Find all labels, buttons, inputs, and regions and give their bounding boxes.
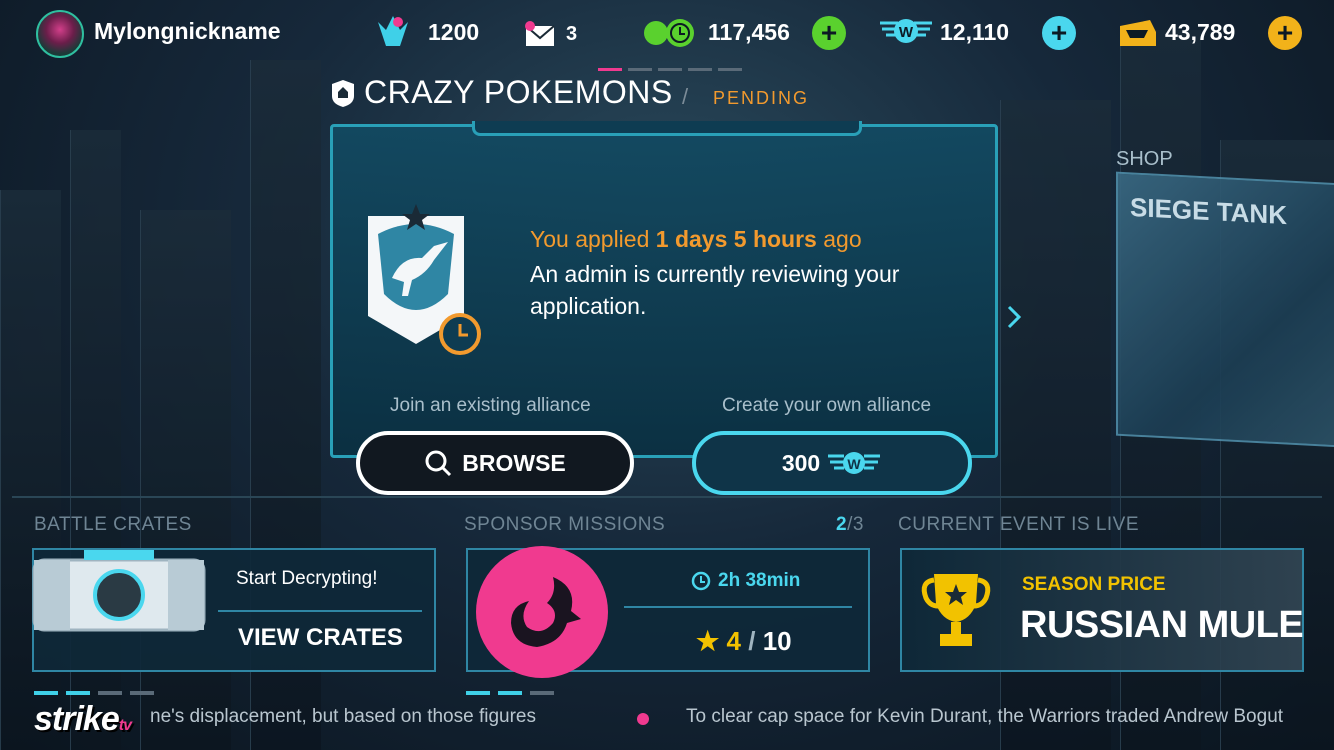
- event-label: CURRENT EVENT IS LIVE: [898, 514, 1140, 535]
- mail-count: 3: [566, 23, 578, 45]
- create-label: Create your own alliance: [722, 395, 932, 416]
- avatar[interactable]: [36, 10, 84, 58]
- wings-icon: W: [880, 19, 932, 43]
- cash-icon: [644, 19, 694, 47]
- mail-icon[interactable]: [522, 18, 558, 48]
- crates-pager: [34, 682, 162, 700]
- shop-label: SHOP: [1116, 148, 1173, 170]
- battle-crates-label: BATTLE CRATES: [34, 514, 192, 535]
- wings-count: 12,110: [940, 19, 1010, 45]
- supplies-count: 43,789: [1165, 19, 1236, 45]
- top-pager: [598, 58, 748, 76]
- card-divider: [218, 610, 422, 612]
- search-icon: [425, 450, 452, 477]
- dragon-icon: [511, 577, 581, 647]
- trophy-icon: [378, 16, 408, 46]
- alliance-shield-icon: [332, 80, 354, 107]
- wings-icon: W: [828, 452, 881, 474]
- sponsor-missions-label: SPONSOR MISSIONS: [464, 514, 666, 535]
- missions-pager: [466, 682, 562, 700]
- crates-subtitle: Start Decrypting!: [236, 568, 378, 589]
- trophies-count: 1200: [428, 19, 480, 45]
- svg-text:W: W: [899, 24, 914, 41]
- season-price-label: SEASON PRICE: [1022, 574, 1166, 595]
- supplies-icon: [1120, 20, 1156, 46]
- cash-count: 117,456: [708, 19, 790, 45]
- add-supplies-button[interactable]: +: [1268, 16, 1302, 50]
- card-divider: [624, 606, 852, 608]
- crate-icon: [32, 550, 206, 632]
- view-crates-button[interactable]: VIEW CRATES: [238, 624, 403, 652]
- add-cash-button[interactable]: +: [812, 16, 846, 50]
- missions-page: 2/3: [836, 514, 864, 535]
- sponsor-logo: [476, 546, 608, 678]
- title-separator: /: [682, 84, 689, 109]
- news-item: ne's displacement, but based on those fi…: [150, 706, 536, 727]
- news-item: To clear cap space for Kevin Durant, the…: [686, 706, 1284, 727]
- chevron-right-icon[interactable]: [1006, 304, 1022, 330]
- trophy-cup-icon: [921, 574, 991, 646]
- clock-icon: [691, 571, 711, 591]
- alliance-name: CRAZY POKEMONS: [364, 74, 673, 110]
- applied-text: You applied 1 days 5 hours ago: [530, 226, 862, 252]
- strike-tv-logo: striketv: [34, 700, 132, 738]
- ticker-bullet: [637, 713, 649, 725]
- browse-button[interactable]: BROWSE: [356, 431, 634, 495]
- status-badge: PENDING: [713, 88, 810, 108]
- event-name: RUSSIAN MULE: [1020, 604, 1304, 646]
- svg-text:W: W: [848, 456, 862, 472]
- create-cost: 300: [781, 449, 821, 476]
- nickname[interactable]: Mylongnickname: [94, 18, 281, 45]
- mission-stars: ★ 4 / 10: [696, 626, 792, 656]
- create-alliance-button[interactable]: 300 W: [692, 431, 972, 495]
- add-wings-button[interactable]: +: [1042, 16, 1076, 50]
- join-label: Join an existing alliance: [390, 395, 591, 416]
- divider: [12, 496, 1322, 498]
- mission-timer: 2h 38min: [718, 570, 801, 591]
- review-text: An admin is currently reviewing your app…: [530, 261, 900, 319]
- star-icon: ★: [696, 626, 720, 656]
- panel-tab: [472, 121, 862, 136]
- browse-label: BROWSE: [462, 449, 566, 476]
- alliance-emblem: [368, 204, 481, 355]
- top-bar: Mylongnickname 1200 3 117,456 + W 12,110…: [0, 0, 1334, 71]
